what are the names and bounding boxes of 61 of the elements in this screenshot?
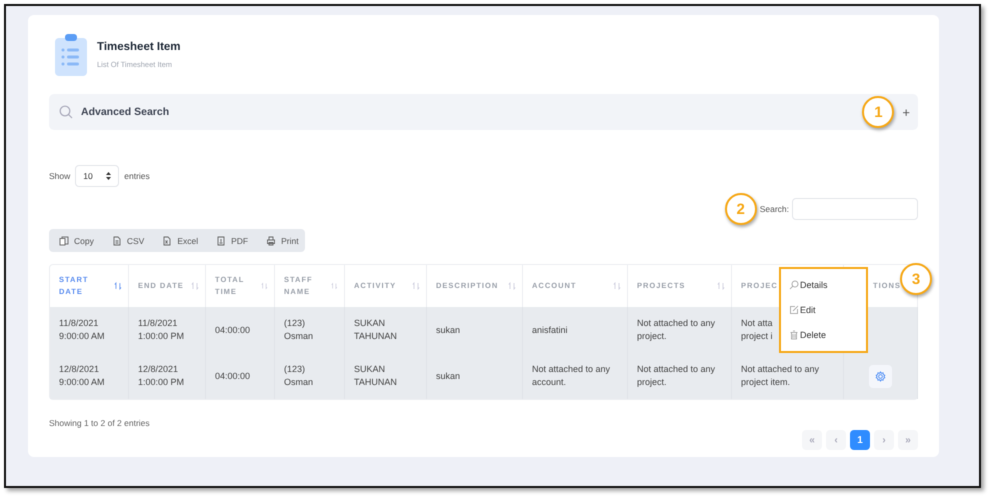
sort-icon xyxy=(114,282,122,290)
copy-icon xyxy=(59,236,69,246)
callout-marker: 1 xyxy=(862,96,894,128)
spreadsheet-icon xyxy=(162,236,172,246)
table-cell: anisfatini xyxy=(523,307,628,353)
export-button[interactable]: Copy xyxy=(55,229,100,252)
entries-select[interactable]: 10 xyxy=(75,165,120,187)
sort-icon xyxy=(331,282,338,290)
table-cell: SUKAN TAHUNAN xyxy=(345,353,427,399)
search-icon xyxy=(789,280,799,290)
table-cell: Not attached to any project. xyxy=(628,353,732,399)
callout-marker: 2 xyxy=(724,193,757,225)
sort-icon xyxy=(613,282,621,290)
search-field[interactable] xyxy=(792,198,918,220)
sort-icon xyxy=(191,282,199,290)
page-button[interactable]: › xyxy=(874,430,894,450)
entries-label: entries xyxy=(124,171,150,181)
settings-button[interactable] xyxy=(869,364,892,388)
page-button[interactable]: ‹ xyxy=(826,430,846,450)
sort-icon xyxy=(717,282,725,290)
table-cell: 12/8/2021 9:00:00 AM xyxy=(50,353,129,399)
printer-icon xyxy=(266,236,276,246)
table-cell: sukan xyxy=(427,307,523,353)
table-cell: 11/8/2021 1:00:00 PM xyxy=(129,307,206,353)
page-button[interactable]: 1 xyxy=(850,430,870,450)
show-label: Show xyxy=(49,171,70,181)
edit-icon xyxy=(789,304,799,315)
export-button[interactable]: CSV xyxy=(108,229,150,252)
export-button[interactable]: Excel xyxy=(158,229,204,252)
advanced-search-bar[interactable]: Advanced Search 1 + xyxy=(49,94,918,130)
sort-caret-icon xyxy=(106,172,112,180)
table-cell: SUKAN TAHUNAN xyxy=(345,307,427,353)
page-button[interactable]: « xyxy=(802,430,822,450)
table-cell: 12/8/2021 1:00:00 PM xyxy=(129,353,206,399)
table-cell: 04:00:00 xyxy=(206,307,275,353)
advanced-search-label: Advanced Search xyxy=(81,106,170,118)
export-button[interactable]: PDF xyxy=(212,229,254,252)
page-title: Timesheet Item xyxy=(97,41,181,53)
search-icon xyxy=(59,105,73,119)
search-label: Search: xyxy=(760,204,789,214)
table-cell: Not attached to any project item. xyxy=(732,353,844,399)
trash-icon xyxy=(789,330,799,340)
pdf-icon xyxy=(216,236,226,246)
table-cell: (123) Osman xyxy=(275,353,345,399)
page-button[interactable]: » xyxy=(898,430,918,450)
export-button[interactable]: Print xyxy=(262,229,305,252)
sort-icon xyxy=(261,282,268,290)
table-cell: 04:00:00 xyxy=(206,353,275,399)
expand-toggle[interactable]: + xyxy=(902,104,910,120)
table-cell: 11/8/2021 9:00:00 AM xyxy=(50,307,129,353)
table-cell: Not attached to any project. xyxy=(628,307,732,353)
clipboard-icon xyxy=(55,34,87,76)
settings-icon xyxy=(875,370,886,382)
entries-info: Showing 1 to 2 of 2 entries xyxy=(49,418,151,428)
table-cell: sukan xyxy=(427,353,523,399)
document-icon xyxy=(112,236,122,246)
sort-icon xyxy=(508,282,516,290)
sort-icon xyxy=(412,282,420,290)
callout-marker: 3 xyxy=(900,263,932,295)
table-cell: Not attached to any account. xyxy=(523,353,628,399)
table-cell: (123) Osman xyxy=(275,307,345,353)
